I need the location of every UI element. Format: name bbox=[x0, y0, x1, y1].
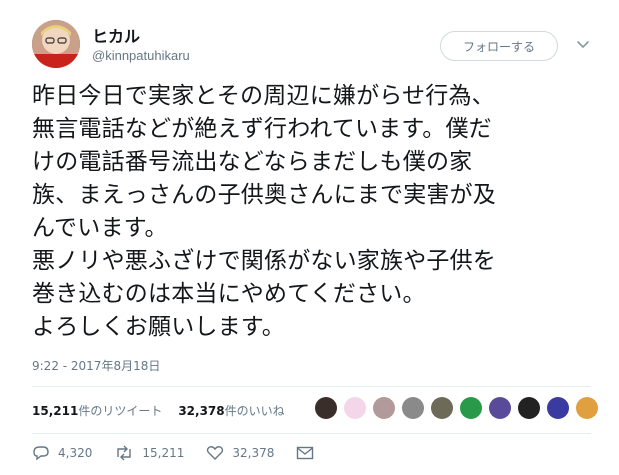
tweet-line: 族、まえっさんの子供奥さんにまで実害が及 bbox=[32, 182, 496, 208]
chevron-down-icon[interactable] bbox=[576, 38, 590, 52]
display-name[interactable]: ヒカル bbox=[92, 23, 140, 47]
like-count: 32,378 bbox=[232, 446, 275, 460]
tweet-line: 昨日今日で実家とその周辺に嫌がらせ行為、 bbox=[32, 83, 495, 109]
liker-avatars bbox=[315, 397, 598, 419]
liker-avatar[interactable] bbox=[373, 397, 395, 419]
tweet-line: けの電話番号流出などならまだしも僕の家 bbox=[32, 149, 473, 175]
divider bbox=[32, 386, 591, 387]
user-handle[interactable]: @kinnpatuhikaru bbox=[92, 48, 190, 63]
liker-avatar[interactable] bbox=[315, 397, 337, 419]
likes-label: 件のいいね bbox=[224, 404, 285, 418]
tweet-line: んでいます。 bbox=[32, 215, 168, 241]
liker-avatar[interactable] bbox=[547, 397, 569, 419]
tweet-actions: 4,320 15,211 32,378 bbox=[32, 445, 336, 461]
liker-avatar[interactable] bbox=[489, 397, 511, 419]
message-button[interactable] bbox=[296, 446, 314, 460]
liker-avatar[interactable] bbox=[344, 397, 366, 419]
reply-button[interactable]: 4,320 bbox=[32, 445, 92, 461]
heart-icon bbox=[207, 446, 224, 460]
tweet-line: 無言電話などが絶えず行われています。僕だ bbox=[32, 116, 492, 142]
reply-icon bbox=[33, 446, 49, 461]
tweet-text: 昨日今日で実家とその周辺に嫌がらせ行為、 無言電話などが絶えず行われています。僕… bbox=[32, 80, 602, 344]
retweet-icon bbox=[117, 445, 132, 461]
liker-avatar[interactable] bbox=[402, 397, 424, 419]
tweet-line: 巻き込むのは本当にやめてください。 bbox=[32, 281, 426, 307]
retweets-count: 15,211 bbox=[32, 404, 79, 418]
likes-stat[interactable]: 32,378件のいいね bbox=[178, 402, 284, 419]
avatar-image bbox=[32, 20, 80, 68]
avatar[interactable] bbox=[32, 20, 80, 68]
tweet-timestamp[interactable]: 9:22 - 2017年8月18日 bbox=[32, 357, 160, 374]
reply-count: 4,320 bbox=[58, 446, 93, 460]
follow-button[interactable]: フォローする bbox=[440, 31, 558, 61]
retweet-count: 15,211 bbox=[142, 446, 185, 460]
liker-avatar[interactable] bbox=[518, 397, 540, 419]
tweet-line: よろしくお願いします。 bbox=[32, 314, 285, 340]
liker-avatar[interactable] bbox=[431, 397, 453, 419]
divider bbox=[32, 433, 591, 434]
tweet-line: 悪ノリや悪ふざけで関係がない家族や子供を bbox=[32, 248, 496, 274]
retweet-button[interactable]: 15,211 bbox=[114, 445, 184, 461]
liker-avatar[interactable] bbox=[576, 397, 598, 419]
engagement-stats: 15,211件のリツイート 32,378件のいいね bbox=[32, 402, 285, 419]
envelope-icon bbox=[297, 446, 314, 460]
likes-count: 32,378 bbox=[178, 404, 225, 418]
retweets-stat[interactable]: 15,211件のリツイート bbox=[32, 402, 162, 419]
liker-avatar[interactable] bbox=[460, 397, 482, 419]
retweets-label: 件のリツイート bbox=[78, 404, 163, 418]
like-button[interactable]: 32,378 bbox=[206, 445, 274, 461]
